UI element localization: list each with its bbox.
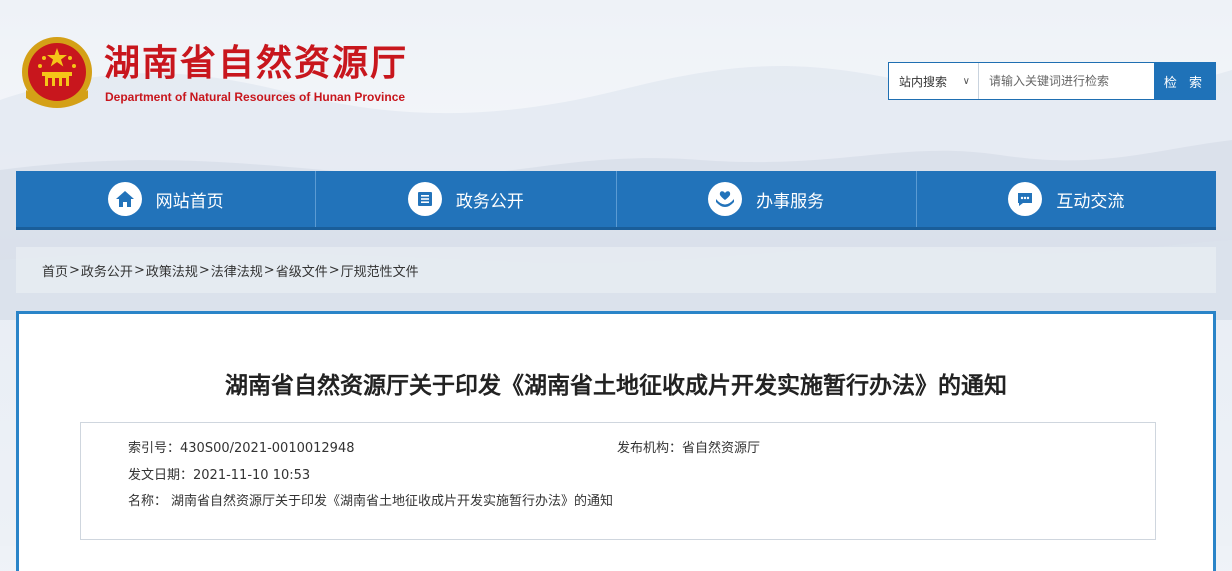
meta-date-value: 2021-11-10 10:53 [193,468,311,483]
breadcrumb-separator: > [133,262,145,278]
meta-date: 发文日期：2021-11-10 10:53 [128,464,310,483]
nav-label: 互动交流 [1056,191,1125,212]
chevron-down-icon: ∨ [962,75,970,87]
meta-index: 索引号：430S00/2021-0010012948 [128,437,355,456]
article-meta-box: 索引号：430S00/2021-0010012948 发布机构：省自然资源厅 发… [80,422,1156,540]
breadcrumb-separator: > [69,262,80,278]
meta-publisher-label: 发布机构： [617,441,683,456]
meta-name: 名称： 湖南省自然资源厅关于印发《湖南省土地征收成片开发实施暂行办法》的通知 [128,490,613,509]
breadcrumb-separator: > [198,262,210,278]
nav-label: 网站首页 [155,191,224,212]
article-title: 湖南省自然资源厅关于印发《湖南省土地征收成片开发实施暂行办法》的通知 [225,373,1007,399]
breadcrumb-link[interactable]: 政策法规 [146,261,198,280]
site-title: 湖南省自然资源厅 [104,43,409,84]
meta-name-value: 湖南省自然资源厅关于印发《湖南省土地征收成片开发实施暂行办法》的通知 [171,494,614,509]
breadcrumb-link[interactable]: 法律法规 [211,261,263,280]
meta-index-label: 索引号： [128,441,181,456]
breadcrumb-separator: > [263,262,275,278]
search-input[interactable] [979,63,1154,99]
breadcrumb-link[interactable]: 省级文件 [276,261,328,280]
nav-item-interaction[interactable]: 互动交流 [917,171,1216,227]
breadcrumb-link[interactable]: 厅规范性文件 [341,261,419,280]
home-icon [107,182,142,216]
breadcrumb: 首页 > 政务公开 > 政策法规 > 法律法规 > 省级文件 > 厅规范性文件 [16,247,1216,293]
meta-date-label: 发文日期： [128,468,194,483]
breadcrumb-link[interactable]: 政务公开 [81,261,133,280]
service-hands-icon [708,182,743,216]
article-panel: 湖南省自然资源厅关于印发《湖南省土地征收成片开发实施暂行办法》的通知 索引号：4… [16,311,1216,571]
nav-item-home[interactable]: 网站首页 [16,171,317,227]
main-nav: 网站首页 政务公开 办事服务 互动交流 [16,171,1216,230]
meta-name-label: 名称： [128,494,168,509]
breadcrumb-link[interactable]: 首页 [42,261,68,280]
nav-item-services[interactable]: 办事服务 [617,171,917,227]
search-scope-label: 站内搜索 [899,74,948,89]
breadcrumb-separator: > [328,262,340,278]
search-scope-select[interactable]: 站内搜索 ∨ [889,63,979,99]
nav-item-government-affairs[interactable]: 政务公开 [316,171,617,227]
site-subtitle: Department of Natural Resources of Hunan… [105,90,406,104]
meta-publisher-value: 省自然资源厅 [682,441,761,456]
search-button[interactable]: 检 索 [1154,62,1216,100]
search-bar: 站内搜索 ∨ 检 索 [888,62,1216,100]
nav-label: 政务公开 [455,191,524,212]
national-emblem-logo [22,37,92,108]
chat-icon [1008,182,1043,216]
meta-index-value: 430S00/2021-0010012948 [180,441,355,456]
nav-label: 办事服务 [756,191,825,212]
document-icon [407,182,442,216]
meta-publisher: 发布机构：省自然资源厅 [617,437,760,456]
